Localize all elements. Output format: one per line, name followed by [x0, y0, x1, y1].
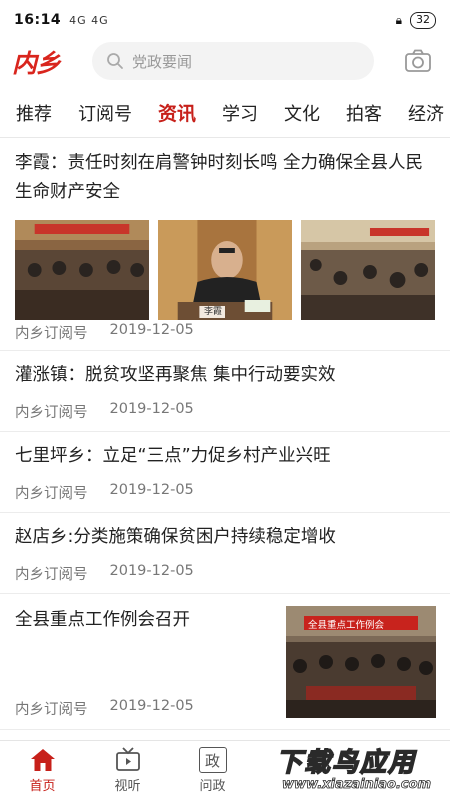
news-source: 内乡订阅号 [15, 567, 88, 583]
signal-icon: 4G 4G [69, 13, 109, 27]
app-header: 内乡 党政要闻 [0, 40, 450, 84]
status-time: 16:14 [14, 12, 62, 28]
tab-photo[interactable]: 拍客 [346, 100, 382, 126]
tab-economy[interactable]: 经济 [408, 100, 444, 126]
nav-inquiry[interactable]: 政 问政 [170, 741, 255, 800]
search-icon [107, 53, 123, 69]
tab-subscriptions[interactable]: 订阅号 [78, 100, 132, 126]
news-date: 2019-12-05 [109, 698, 194, 714]
news-meta: 内乡订阅号 2019-12-05 [15, 698, 194, 719]
news-meta: 内乡订阅号 2019-12-05 [15, 482, 194, 503]
tab-recommend[interactable]: 推荐 [16, 100, 52, 126]
news-item[interactable]: 全县重点工作例会召开 全县重点工作例会 内乡订阅号 2019-12-05 [0, 594, 450, 730]
home-icon [30, 749, 55, 771]
news-thumbnail[interactable] [301, 220, 435, 320]
watermark-url: www.xiazainiao.com [282, 777, 432, 793]
news-source: 内乡订阅号 [15, 326, 88, 342]
news-title: 七里坪乡：立足“三点”力促乡村产业兴旺 [15, 446, 331, 466]
camera-icon[interactable] [404, 48, 432, 74]
news-thumbnail[interactable] [15, 220, 149, 320]
status-bar: 16:14 4G 4G 🔒︎ 32 [0, 0, 450, 40]
zheng-icon-text: 政 [204, 751, 220, 770]
battery-icon: 32 [410, 11, 436, 29]
news-date: 2019-12-05 [109, 401, 194, 417]
news-item[interactable]: 李霞：责任时刻在肩警钟时刻长鸣 全力确保全县人民生命财产安全 李霞 内乡订阅号 … [0, 139, 450, 351]
site-watermark: 下载鸟应用 www.xiazainiao.com [272, 742, 448, 798]
news-meta: 内乡订阅号 2019-12-05 [15, 322, 194, 343]
news-thumbnail[interactable]: 李霞 [158, 220, 292, 320]
news-images: 李霞 [15, 220, 435, 320]
news-item[interactable]: 赵店乡:分类施策确保贫困户持续稳定增收 内乡订阅号 2019-12-05 [0, 513, 450, 594]
nav-label: 问政 [199, 779, 226, 794]
search-placeholder: 党政要闻 [132, 52, 193, 71]
news-title: 全县重点工作例会召开 [15, 610, 190, 630]
news-date: 2019-12-05 [109, 563, 194, 579]
watermark-title: 下载鸟应用 [275, 747, 417, 779]
news-date: 2019-12-05 [109, 482, 194, 498]
tv-icon [115, 747, 140, 771]
nav-label: 视听 [114, 779, 141, 794]
news-title: 赵店乡:分类施策确保贫困户持续稳定增收 [15, 527, 336, 547]
news-item[interactable]: 灌涨镇：脱贫攻坚再聚焦 集中行动要实效 内乡订阅号 2019-12-05 [0, 351, 450, 432]
nav-label: 首页 [29, 779, 56, 794]
lock-icon: 🔒︎ [395, 12, 402, 27]
category-tabs: 推荐 订阅号 资讯 学习 文化 拍客 经济 [0, 88, 450, 138]
image-banner-text: 全县重点工作例会 [308, 620, 385, 631]
news-meta: 内乡订阅号 2019-12-05 [15, 401, 194, 422]
news-feed: 李霞：责任时刻在肩警钟时刻长鸣 全力确保全县人民生命财产安全 李霞 内乡订阅号 … [0, 139, 450, 730]
news-source: 内乡订阅号 [15, 702, 88, 718]
news-thumbnail[interactable]: 全县重点工作例会 [286, 606, 436, 718]
news-item[interactable]: 七里坪乡：立足“三点”力促乡村产业兴旺 内乡订阅号 2019-12-05 [0, 432, 450, 513]
news-source: 内乡订阅号 [15, 486, 88, 502]
news-title: 灌涨镇：脱贫攻坚再聚焦 集中行动要实效 [15, 365, 336, 385]
nameplate-label: 李霞 [204, 307, 223, 317]
news-date: 2019-12-05 [109, 322, 194, 338]
tab-study[interactable]: 学习 [222, 100, 258, 126]
search-bar[interactable]: 党政要闻 [92, 42, 374, 80]
tab-culture[interactable]: 文化 [284, 100, 320, 126]
news-title: 李霞：责任时刻在肩警钟时刻长鸣 全力确保全县人民生命财产安全 [15, 153, 424, 202]
zheng-icon: 政 [198, 747, 227, 773]
news-meta: 内乡订阅号 2019-12-05 [15, 563, 194, 584]
nav-media[interactable]: 视听 [85, 741, 170, 800]
nav-home[interactable]: 首页 [0, 741, 85, 800]
tab-news[interactable]: 资讯 [158, 99, 196, 126]
app-logo[interactable]: 内乡 [12, 44, 70, 80]
news-source: 内乡订阅号 [15, 405, 88, 421]
